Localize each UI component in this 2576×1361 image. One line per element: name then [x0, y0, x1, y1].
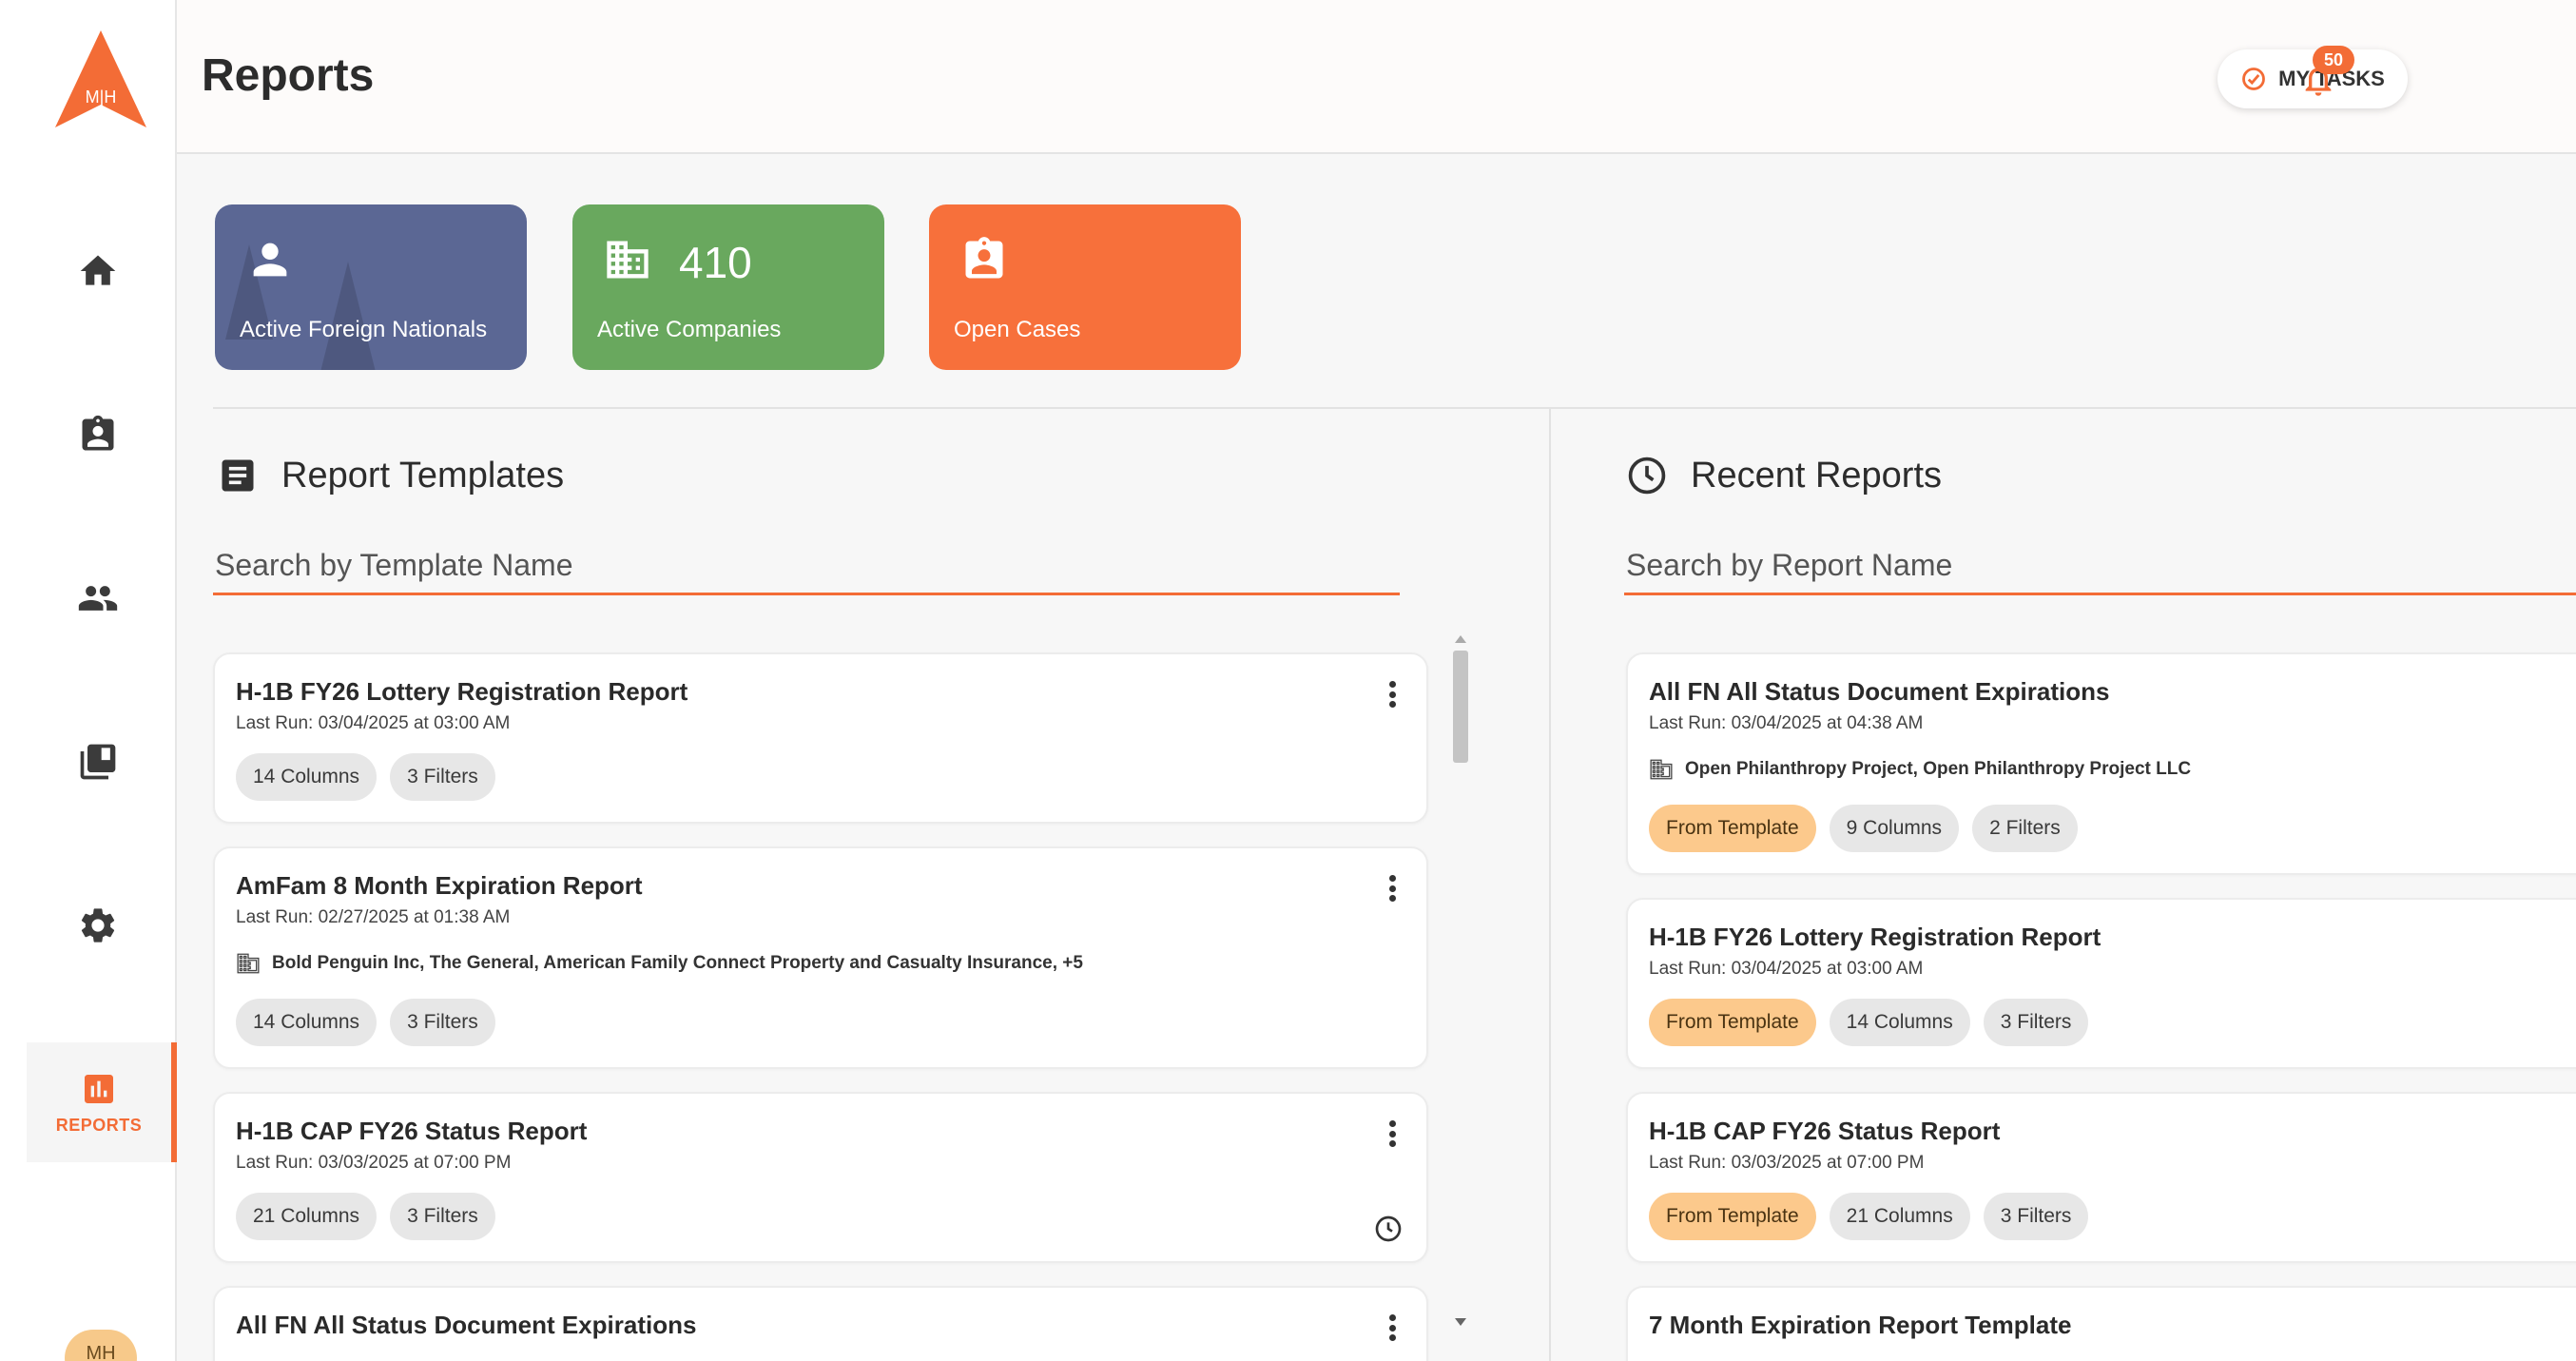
- people-icon: [78, 586, 118, 611]
- more-options-icon[interactable]: [1381, 1311, 1404, 1345]
- recent-reports-heading: Recent Reports: [1626, 455, 1942, 496]
- section-title-text: Recent Reports: [1691, 455, 1943, 496]
- sidebar-item-people[interactable]: [27, 538, 169, 658]
- columns-chip: 9 Columns: [1829, 805, 1960, 852]
- clock-icon: [1628, 457, 1666, 495]
- home-icon: [80, 255, 116, 285]
- companies-text: Open Philanthropy Project, Open Philanth…: [1685, 759, 2192, 779]
- stat-value: 410: [679, 238, 752, 287]
- stat-card-companies[interactable]: 410 Active Companies: [572, 204, 884, 370]
- report-templates-heading: Report Templates: [217, 455, 564, 496]
- page-title: Reports: [202, 50, 375, 101]
- clipboard-person-icon: [965, 237, 1003, 279]
- companies-list: Open Philanthropy Project, Open Philanth…: [1649, 757, 2191, 782]
- report-search-input[interactable]: Search by Report Name: [1624, 538, 2576, 595]
- stat-label: Open Cases: [954, 317, 1081, 342]
- last-run-text: Last Run: 02/27/2025 at 01:38 AM: [236, 907, 511, 927]
- check-circle-icon: [2242, 68, 2266, 90]
- card-title: H-1B CAP FY26 Status Report: [236, 1117, 588, 1145]
- scroll-up-arrow-icon[interactable]: [1455, 635, 1466, 643]
- stat-card-foreign-nationals[interactable]: Active Foreign Nationals: [215, 204, 527, 370]
- filters-chip: 2 Filters: [1972, 805, 2078, 852]
- filters-chip: 3 Filters: [390, 1193, 495, 1240]
- notification-badge: 50: [2313, 46, 2354, 74]
- avatar[interactable]: MH: [65, 1330, 137, 1361]
- filters-chip: 3 Filters: [1983, 999, 2089, 1046]
- sidebar: M|H REPORTS MH: [0, 0, 177, 1361]
- template-card[interactable]: AmFam 8 Month Expiration Report Last Run…: [213, 846, 1428, 1069]
- filters-chip: 3 Filters: [390, 999, 495, 1046]
- last-run-text: Last Run: 03/04/2025 at 03:00 AM: [1649, 959, 1924, 979]
- from-template-chip: From Template: [1649, 999, 1816, 1046]
- columns-chip: 14 Columns: [1829, 999, 1970, 1046]
- more-options-icon[interactable]: [1381, 1117, 1404, 1151]
- person-icon: [253, 243, 287, 277]
- bar-chart-icon: [85, 1074, 113, 1103]
- building-icon: [1650, 759, 1673, 780]
- sidebar-item-settings[interactable]: [27, 865, 169, 985]
- card-title: H-1B FY26 Lottery Registration Report: [1649, 923, 2101, 951]
- card-title: All FN All Status Document Expirations: [236, 1311, 697, 1339]
- building-icon: [607, 241, 649, 279]
- recent-report-card[interactable]: 7 Month Expiration Report Template: [1626, 1286, 2576, 1361]
- sidebar-item-cases[interactable]: [27, 375, 169, 495]
- sidebar-item-reports[interactable]: REPORTS: [27, 1042, 177, 1162]
- columns-chip: 21 Columns: [236, 1193, 378, 1240]
- columns-chip: 14 Columns: [236, 999, 378, 1046]
- sidebar-item-library[interactable]: [27, 702, 169, 822]
- sidebar-item-home[interactable]: [27, 211, 169, 331]
- column-divider: [1549, 409, 1551, 1361]
- template-search-input[interactable]: Search by Template Name: [213, 538, 1400, 595]
- section-title-text: Report Templates: [281, 455, 565, 496]
- from-template-chip: From Template: [1649, 805, 1816, 852]
- card-title: H-1B FY26 Lottery Registration Report: [236, 677, 688, 706]
- card-title: AmFam 8 Month Expiration Report: [236, 871, 643, 900]
- tree-decoration-icon: [320, 262, 376, 370]
- stat-label: Active Foreign Nationals: [240, 317, 488, 342]
- recent-report-card[interactable]: All FN All Status Document Expirations L…: [1626, 652, 2576, 875]
- recent-report-card[interactable]: H-1B FY26 Lottery Registration Report La…: [1626, 898, 2576, 1069]
- last-run-text: Last Run: 03/04/2025 at 04:38 AM: [1649, 713, 1924, 733]
- filters-chip: 3 Filters: [390, 753, 495, 801]
- card-title: 7 Month Expiration Report Template: [1649, 1311, 2072, 1339]
- more-options-icon[interactable]: [1381, 677, 1404, 711]
- clipboard-person-icon: [82, 415, 114, 451]
- columns-chip: 14 Columns: [236, 753, 378, 801]
- last-run-text: Last Run: 03/03/2025 at 07:00 PM: [1649, 1153, 1925, 1173]
- recent-report-card[interactable]: H-1B CAP FY26 Status Report Last Run: 03…: [1626, 1092, 2576, 1263]
- template-card[interactable]: All FN All Status Document Expirations: [213, 1286, 1428, 1361]
- section-divider: [213, 407, 2576, 409]
- scroll-thumb[interactable]: [1453, 651, 1468, 763]
- library-books-icon: [80, 744, 116, 780]
- filters-chip: 3 Filters: [1983, 1193, 2089, 1240]
- scroll-down-arrow-icon[interactable]: [1455, 1318, 1466, 1326]
- more-options-icon[interactable]: [1381, 871, 1404, 905]
- sidebar-item-label: REPORTS: [55, 1115, 143, 1135]
- last-run-text: Last Run: 03/03/2025 at 07:00 PM: [236, 1153, 512, 1173]
- from-template-chip: From Template: [1649, 1193, 1816, 1240]
- companies-list: Bold Penguin Inc, The General, American …: [236, 951, 1083, 976]
- template-card[interactable]: H-1B CAP FY26 Status Report Last Run: 03…: [213, 1092, 1428, 1263]
- stat-label: Active Companies: [597, 317, 782, 342]
- card-title: H-1B CAP FY26 Status Report: [1649, 1117, 2001, 1145]
- top-header: Reports MY TASKS: [177, 0, 2576, 154]
- columns-chip: 21 Columns: [1829, 1193, 1970, 1240]
- gear-icon: [81, 908, 115, 943]
- template-card[interactable]: H-1B FY26 Lottery Registration Report La…: [213, 652, 1428, 824]
- logo-initials: M|H: [86, 87, 117, 107]
- app-logo[interactable]: M|H: [53, 29, 148, 129]
- companies-text: Bold Penguin Inc, The General, American …: [272, 953, 1083, 973]
- schedule-clock-icon[interactable]: [1373, 1214, 1404, 1244]
- document-icon: [222, 459, 254, 492]
- building-icon: [237, 953, 260, 974]
- stat-card-open-cases[interactable]: Open Cases: [929, 204, 1241, 370]
- last-run-text: Last Run: 03/04/2025 at 03:00 AM: [236, 713, 511, 733]
- card-title: All FN All Status Document Expirations: [1649, 677, 2110, 706]
